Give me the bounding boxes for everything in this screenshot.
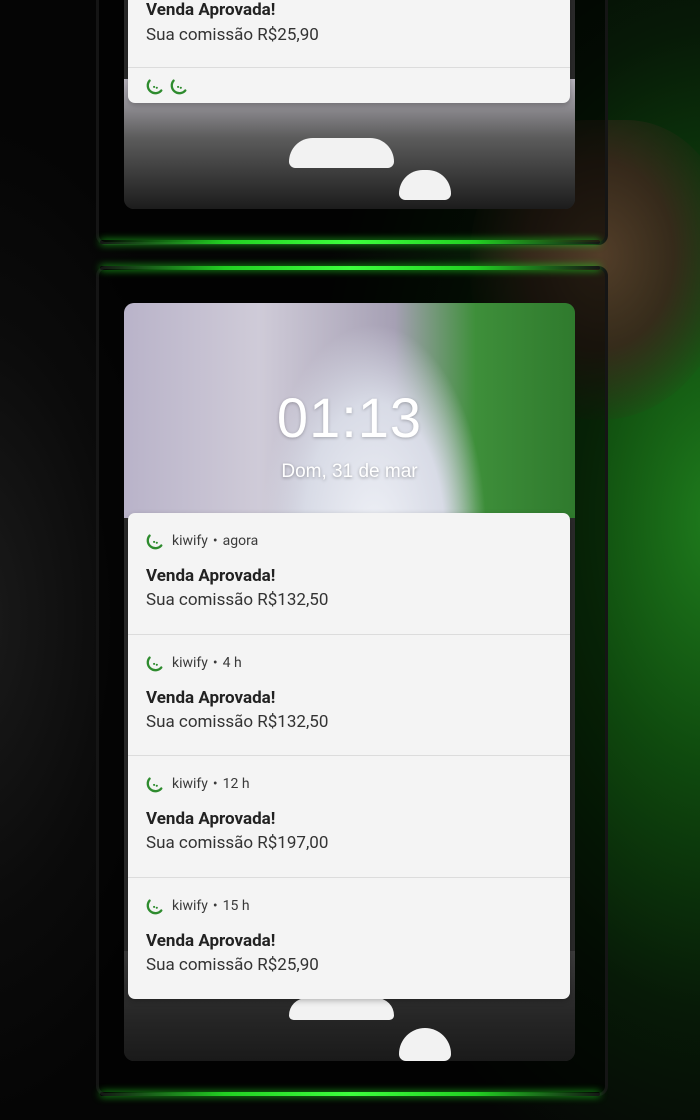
notification-body: Sua comissão R$25,90: [146, 25, 319, 45]
kiwify-icon: [170, 79, 187, 95]
glow-divider: [100, 266, 600, 270]
notification-item[interactable]: kiwify • agora Venda Aprovada! Sua comis…: [128, 513, 570, 635]
notification-time: 15 h: [222, 897, 250, 914]
notification-list: kiwify • agora Venda Aprovada! Sua comis…: [128, 513, 570, 999]
separator: •: [212, 776, 218, 792]
notification-card-top[interactable]: Venda Aprovada! Sua comissão R$25,90: [128, 0, 570, 103]
shoe-image: [289, 998, 394, 1020]
separator: •: [212, 533, 218, 549]
app-name: kiwify: [172, 776, 208, 792]
divider: [128, 67, 570, 68]
kiwify-icon: [146, 898, 163, 914]
notification-time: 4 h: [222, 654, 242, 671]
notification-item[interactable]: kiwify • 15 h Venda Aprovada! Sua comiss…: [128, 878, 570, 1000]
kiwify-icon: [146, 534, 163, 550]
kiwify-icon: [146, 777, 163, 793]
separator: •: [212, 654, 218, 671]
kiwify-icon: [146, 79, 163, 95]
notification-body: Sua comissão R$132,50: [146, 711, 329, 732]
notification-icons: [146, 77, 188, 95]
lockscreen-date: Dom, 31 de mar: [281, 461, 418, 482]
notification-time: agora: [222, 533, 259, 549]
notification-title: Venda Aprovada!: [146, 687, 276, 708]
notification-item[interactable]: kiwify • 12 h Venda Aprovada! Sua comiss…: [128, 756, 570, 878]
glow-divider: [100, 1092, 600, 1096]
notification-body: Sua comissão R$197,00: [146, 833, 329, 853]
notification-body: Sua comissão R$132,50: [146, 590, 329, 610]
notification-title: Venda Aprovada!: [146, 566, 276, 586]
notification-item[interactable]: kiwify • 4 h Venda Aprovada! Sua comissã…: [128, 635, 570, 756]
glow-divider: [100, 240, 600, 244]
notification-title: Venda Aprovada!: [146, 930, 276, 951]
app-name: kiwify: [172, 654, 208, 671]
notification-title: Venda Aprovada!: [146, 809, 276, 829]
shoe-image: [289, 138, 394, 168]
app-name: kiwify: [172, 897, 208, 914]
notification-title: Venda Aprovada!: [146, 0, 276, 20]
lockscreen-clock: 01:13: [276, 386, 423, 449]
kiwify-icon: [146, 655, 163, 671]
notification-time: 12 h: [222, 776, 250, 792]
app-name: kiwify: [172, 533, 208, 549]
notification-body: Sua comissão R$25,90: [146, 954, 319, 975]
separator: •: [212, 897, 218, 914]
